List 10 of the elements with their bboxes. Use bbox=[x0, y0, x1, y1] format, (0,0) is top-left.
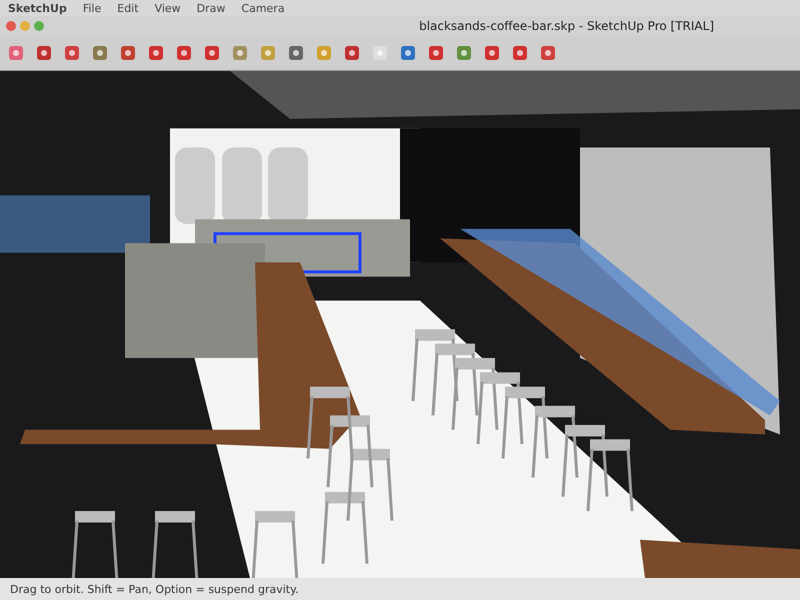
close-button[interactable] bbox=[6, 21, 16, 31]
zoom-button[interactable] bbox=[34, 21, 44, 31]
menu-item[interactable]: Camera bbox=[241, 2, 285, 14]
menu-item[interactable]: Edit bbox=[117, 2, 139, 14]
menu-item[interactable]: Draw bbox=[196, 2, 226, 14]
menu-item[interactable]: SketchUp bbox=[8, 2, 67, 14]
status-text: Drag to orbit. Shift = Pan, Option = suspend gravity. bbox=[10, 582, 299, 596]
menu-item[interactable]: File bbox=[82, 2, 102, 14]
menu-item[interactable]: View bbox=[154, 2, 181, 14]
window-title: blacksands-coffee-bar.skp - SketchUp Pro [TRIAL] bbox=[419, 19, 714, 33]
